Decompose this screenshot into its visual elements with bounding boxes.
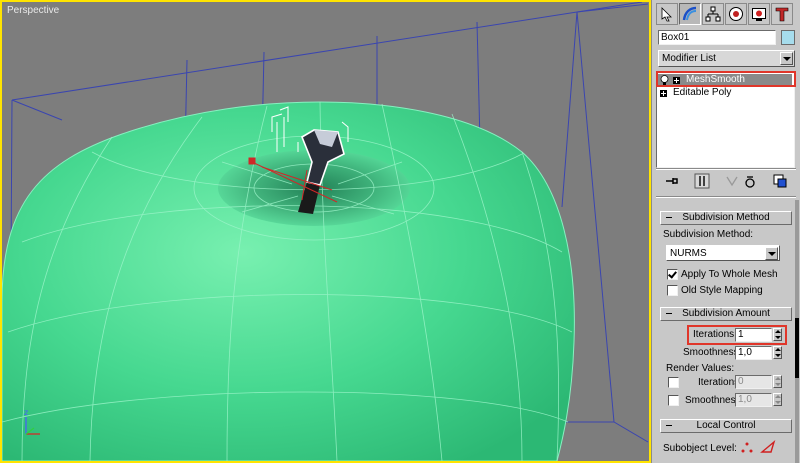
render-smoothness-input[interactable]: 1,0 bbox=[735, 393, 772, 407]
meshsmooth-highlight bbox=[656, 71, 796, 87]
motion-tab[interactable] bbox=[725, 3, 747, 25]
render-iterations-input[interactable]: 0 bbox=[735, 375, 772, 389]
render-values-label: Render Values: bbox=[666, 363, 735, 374]
modifier-list-label: Modifier List bbox=[662, 53, 716, 64]
create-icon bbox=[661, 7, 672, 22]
collapse-dash-icon bbox=[666, 425, 672, 426]
stack-toolbar bbox=[656, 172, 796, 192]
modify-tab[interactable] bbox=[679, 3, 701, 25]
show-end-result-icon[interactable] bbox=[694, 173, 710, 189]
display-icon bbox=[752, 8, 766, 21]
separator bbox=[656, 196, 796, 198]
rollout-title: Subdivision Method bbox=[682, 212, 770, 223]
utilities-icon bbox=[775, 7, 789, 22]
smoothness-label: Smoothness: bbox=[683, 347, 742, 358]
object-name-field[interactable]: Box01 bbox=[658, 30, 776, 45]
render-smoothness-checkbox[interactable] bbox=[668, 395, 679, 406]
create-tab[interactable] bbox=[656, 3, 678, 25]
motion-icon bbox=[729, 7, 743, 21]
subdivision-method-rollout-header[interactable]: Subdivision Method bbox=[660, 211, 792, 225]
vertex-subobject-icon[interactable] bbox=[740, 441, 754, 455]
subdivision-method-value: NURMS bbox=[670, 248, 707, 259]
modifier-list-dropdown[interactable]: Modifier List bbox=[658, 50, 795, 67]
svg-text:z: z bbox=[24, 408, 28, 417]
display-tab[interactable] bbox=[748, 3, 770, 25]
object-color-swatch[interactable] bbox=[781, 30, 795, 45]
smoothness-spinner[interactable] bbox=[773, 346, 782, 359]
modify-icon bbox=[682, 6, 697, 21]
smoothness-input[interactable]: 1,0 bbox=[735, 346, 772, 360]
configure-modifier-sets-icon[interactable] bbox=[772, 173, 788, 189]
apply-to-whole-mesh-checkbox[interactable] bbox=[667, 269, 678, 280]
subdivision-method-label: Subdivision Method: bbox=[663, 229, 754, 240]
pin-stack-icon[interactable] bbox=[664, 173, 680, 189]
apple-mesh[interactable] bbox=[2, 101, 575, 461]
remove-modifier-icon[interactable] bbox=[742, 173, 758, 189]
separator bbox=[656, 168, 796, 170]
chevron-down-icon bbox=[765, 247, 778, 260]
viewport-label[interactable]: Perspective bbox=[7, 5, 59, 16]
iterations-highlight bbox=[687, 325, 787, 345]
subdivision-amount-rollout-header[interactable]: Subdivision Amount bbox=[660, 307, 792, 321]
subobject-level-label: Subobject Level: bbox=[663, 443, 737, 454]
collapse-dash-icon bbox=[666, 217, 672, 218]
hierarchy-icon bbox=[705, 6, 721, 22]
expand-plus-icon[interactable] bbox=[660, 89, 667, 97]
rollout-title: Subdivision Amount bbox=[682, 308, 770, 319]
render-smoothness-spinner[interactable] bbox=[773, 393, 782, 406]
chevron-down-icon bbox=[780, 52, 793, 65]
stack-item-label: Editable Poly bbox=[673, 87, 732, 98]
subdivision-method-dropdown[interactable]: NURMS bbox=[666, 245, 780, 261]
local-control-rollout-header[interactable]: Local Control bbox=[660, 419, 792, 433]
edge-subobject-icon[interactable] bbox=[760, 440, 776, 454]
stack-item-editable-poly[interactable]: Editable Poly bbox=[660, 87, 731, 99]
perspective-viewport[interactable]: z Perspective bbox=[0, 0, 651, 463]
render-iterations-checkbox[interactable] bbox=[668, 377, 679, 388]
hierarchy-tab[interactable] bbox=[702, 3, 724, 25]
command-panel-tabs bbox=[656, 3, 798, 25]
rollout-title: Local Control bbox=[696, 420, 756, 431]
old-style-mapping-label: Old Style Mapping bbox=[681, 285, 763, 296]
make-unique-icon[interactable] bbox=[724, 173, 740, 189]
render-iterations-spinner[interactable] bbox=[773, 375, 782, 388]
panel-scrollbar-thumb[interactable] bbox=[795, 318, 799, 378]
old-style-mapping-checkbox[interactable] bbox=[667, 285, 678, 296]
utilities-tab[interactable] bbox=[771, 3, 793, 25]
collapse-dash-icon bbox=[666, 313, 672, 314]
viewport-scene: z bbox=[2, 2, 649, 461]
apply-to-whole-mesh-label: Apply To Whole Mesh bbox=[681, 269, 778, 280]
